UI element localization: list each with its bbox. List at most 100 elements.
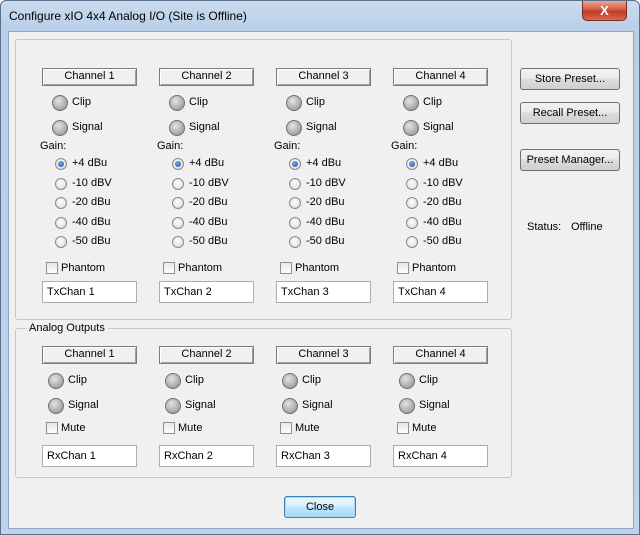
input-channel-1-clip-indicator	[52, 95, 68, 111]
store-preset-button[interactable]: Store Preset...	[520, 68, 620, 90]
input-channel-4-gain-option-label-1[interactable]: +4 dBu	[423, 157, 458, 169]
input-channel-2-gain-option-label-1[interactable]: +4 dBu	[189, 157, 224, 169]
output-channel-3-signal-indicator	[282, 398, 298, 414]
input-channel-1-gain-option-label-5[interactable]: -50 dBu	[72, 235, 111, 247]
input-channel-3-name-field[interactable]: TxChan 3	[276, 281, 371, 303]
dialog-window: Configure xIO 4x4 Analog I/O (Site is Of…	[0, 0, 640, 535]
input-channel-4-gain-radio-2[interactable]	[406, 177, 418, 190]
recall-preset-button[interactable]: Recall Preset...	[520, 102, 620, 124]
input-channel-2-gain-radio-4[interactable]	[172, 216, 184, 229]
input-channel-1-gain-option-label-3[interactable]: -20 dBu	[72, 196, 111, 208]
preset-manager-button[interactable]: Preset Manager...	[520, 149, 620, 171]
input-channel-3-gain-label: Gain:	[274, 140, 301, 152]
input-channel-1-gain-radio-2[interactable]	[55, 177, 67, 190]
output-channel-4-signal-indicator	[399, 398, 415, 414]
close-button[interactable]: Close	[284, 496, 356, 518]
input-channel-3-header: Channel 3	[276, 68, 371, 86]
input-channel-3-gain-radio-2[interactable]	[289, 177, 301, 190]
input-channel-3-gain-radio-1[interactable]	[289, 158, 301, 170]
input-channel-4-gain-radio-1[interactable]	[406, 158, 418, 170]
input-channel-4-gain-radio-4[interactable]	[406, 216, 418, 229]
input-channel-2-name-field[interactable]: TxChan 2	[159, 281, 254, 303]
input-channel-1-name-field[interactable]: TxChan 1	[42, 281, 137, 303]
input-channel-1-gain-label: Gain:	[40, 140, 67, 152]
output-channel-1-name-field[interactable]: RxChan 1	[42, 445, 137, 467]
input-channel-4-signal-label: Signal	[423, 121, 454, 133]
input-channel-4-signal-indicator	[403, 120, 419, 136]
input-channel-3-clip-label: Clip	[306, 96, 325, 108]
input-channel-3-gain-option-label-5[interactable]: -50 dBu	[306, 235, 345, 247]
input-channel-2-clip-label: Clip	[189, 96, 208, 108]
input-channel-3-gain-radio-4[interactable]	[289, 216, 301, 229]
input-channel-1-signal-indicator	[52, 120, 68, 136]
input-channel-4-gain-label: Gain:	[391, 140, 418, 152]
output-channel-2-signal-label: Signal	[185, 399, 216, 411]
output-channel-3-signal-label: Signal	[302, 399, 333, 411]
output-channel-1-clip-label: Clip	[68, 374, 87, 386]
input-channel-2-phantom-checkbox[interactable]	[163, 262, 175, 274]
input-channel-4-name-field[interactable]: TxChan 4	[393, 281, 488, 303]
input-channel-4-clip-indicator	[403, 95, 419, 111]
input-channel-2-gain-option-label-3[interactable]: -20 dBu	[189, 196, 228, 208]
input-channel-3-gain-option-label-3[interactable]: -20 dBu	[306, 196, 345, 208]
input-channel-3-clip-indicator	[286, 95, 302, 111]
window-title: Configure xIO 4x4 Analog I/O (Site is Of…	[9, 9, 247, 23]
input-channel-4-phantom-label[interactable]: Phantom	[412, 262, 456, 274]
output-channel-2-clip-label: Clip	[185, 374, 204, 386]
output-channel-4-signal-label: Signal	[419, 399, 450, 411]
output-channel-2-mute-checkbox[interactable]	[163, 422, 175, 434]
input-channel-1-phantom-label[interactable]: Phantom	[61, 262, 105, 274]
input-channel-2-gain-radio-1[interactable]	[172, 158, 184, 170]
output-channel-3-header: Channel 3	[276, 346, 371, 364]
input-channel-2-phantom-label[interactable]: Phantom	[178, 262, 222, 274]
input-channel-1-gain-radio-1[interactable]	[55, 158, 67, 170]
title-bar[interactable]: Configure xIO 4x4 Analog I/O (Site is Of…	[1, 1, 639, 31]
window-close-button[interactable]: X	[582, 1, 627, 21]
input-channel-2-gain-option-label-5[interactable]: -50 dBu	[189, 235, 228, 247]
output-channel-2-mute-label[interactable]: Mute	[178, 422, 202, 434]
input-channel-4-phantom-checkbox[interactable]	[397, 262, 409, 274]
output-channel-2-signal-indicator	[165, 398, 181, 414]
output-channel-1-mute-checkbox[interactable]	[46, 422, 58, 434]
input-channel-1-gain-option-label-1[interactable]: +4 dBu	[72, 157, 107, 169]
input-channel-2-header: Channel 2	[159, 68, 254, 86]
output-channel-3-mute-label[interactable]: Mute	[295, 422, 319, 434]
input-channel-4-gain-option-label-4[interactable]: -40 dBu	[423, 216, 462, 228]
output-channel-3-name-field[interactable]: RxChan 3	[276, 445, 371, 467]
status-value: Offline	[571, 221, 603, 233]
input-channel-4-gain-option-label-2[interactable]: -10 dBV	[423, 177, 463, 189]
output-channel-3-clip-label: Clip	[302, 374, 321, 386]
input-channel-4-gain-option-label-5[interactable]: -50 dBu	[423, 235, 462, 247]
input-channel-4-gain-option-label-3[interactable]: -20 dBu	[423, 196, 462, 208]
input-channel-2-gain-radio-2[interactable]	[172, 177, 184, 190]
analog-outputs-group-label: Analog Outputs	[27, 322, 108, 334]
output-channel-4-mute-label[interactable]: Mute	[412, 422, 436, 434]
input-channel-4-header: Channel 4	[393, 68, 488, 86]
input-channel-2-signal-indicator	[169, 120, 185, 136]
input-channel-1-gain-option-label-2[interactable]: -10 dBV	[72, 177, 112, 189]
input-channel-3-phantom-label[interactable]: Phantom	[295, 262, 339, 274]
input-channel-3-gain-option-label-1[interactable]: +4 dBu	[306, 157, 341, 169]
output-channel-1-signal-indicator	[48, 398, 64, 414]
input-channel-2-gain-option-label-4[interactable]: -40 dBu	[189, 216, 228, 228]
input-channel-3-signal-label: Signal	[306, 121, 337, 133]
input-channel-4-clip-label: Clip	[423, 96, 442, 108]
dialog-client-area: Analog Outputs Channel 1 Clip Signal Gain: +…	[8, 31, 634, 529]
output-channel-4-header: Channel 4	[393, 346, 488, 364]
output-channel-2-clip-indicator	[165, 373, 181, 389]
output-channel-2-header: Channel 2	[159, 346, 254, 364]
input-channel-3-phantom-checkbox[interactable]	[280, 262, 292, 274]
input-channel-1-gain-radio-4[interactable]	[55, 216, 67, 229]
output-channel-4-name-field[interactable]: RxChan 4	[393, 445, 488, 467]
output-channel-1-mute-label[interactable]: Mute	[61, 422, 85, 434]
output-channel-4-mute-checkbox[interactable]	[397, 422, 409, 434]
output-channel-2-name-field[interactable]: RxChan 2	[159, 445, 254, 467]
input-channel-1-gain-option-label-4[interactable]: -40 dBu	[72, 216, 111, 228]
input-channel-2-gain-option-label-2[interactable]: -10 dBV	[189, 177, 229, 189]
output-channel-3-mute-checkbox[interactable]	[280, 422, 292, 434]
input-channel-3-gain-option-label-4[interactable]: -40 dBu	[306, 216, 345, 228]
input-channel-3-gain-option-label-2[interactable]: -10 dBV	[306, 177, 346, 189]
input-channel-3-signal-indicator	[286, 120, 302, 136]
input-channel-1-phantom-checkbox[interactable]	[46, 262, 58, 274]
output-channel-1-clip-indicator	[48, 373, 64, 389]
